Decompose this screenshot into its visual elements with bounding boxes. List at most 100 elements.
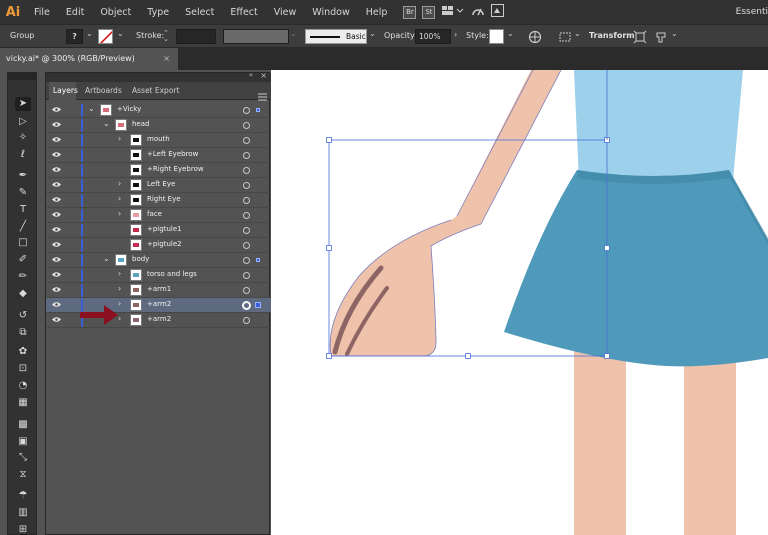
layer-name[interactable]: +Vicky: [117, 105, 141, 113]
warp-tool-icon[interactable]: ✿: [15, 345, 31, 359]
menu-help[interactable]: Help: [358, 7, 396, 18]
menu-window[interactable]: Window: [304, 7, 357, 18]
arrange-documents-icon[interactable]: [441, 5, 465, 20]
artboard-tool-icon[interactable]: ⊞: [15, 523, 31, 535]
layer-name[interactable]: +Right Eyebrow: [147, 165, 204, 173]
panel-scrollbar[interactable]: [263, 103, 269, 528]
collapse-chevron-icon[interactable]: ⌄: [103, 119, 110, 128]
layer-row[interactable]: +pigtule1: [46, 223, 271, 238]
opacity-field[interactable]: 100%: [415, 29, 451, 44]
visibility-eye-icon[interactable]: [52, 256, 61, 263]
shape-builder-tool-icon[interactable]: ◔: [15, 379, 31, 393]
gpu-performance-icon[interactable]: [471, 5, 485, 20]
perspective-grid-tool-icon[interactable]: ▦: [15, 396, 31, 410]
layer-row[interactable]: › face: [46, 208, 271, 223]
tab-artboards[interactable]: Artboards: [85, 82, 122, 100]
brush-definition-field[interactable]: Basic: [305, 29, 367, 44]
pen-tool-icon[interactable]: ✒: [15, 169, 31, 183]
expand-chevron-icon[interactable]: ›: [118, 134, 121, 143]
layer-row[interactable]: ⌄ +Vicky: [46, 103, 271, 118]
opacity-arrow-icon[interactable]: ›: [454, 30, 457, 39]
rotate-tool-icon[interactable]: ↺: [15, 309, 31, 323]
profile-chevron-icon[interactable]: ⌄: [290, 29, 297, 38]
layer-name[interactable]: head: [132, 120, 149, 128]
layer-row[interactable]: › Left Eye: [46, 178, 271, 193]
symbol-sprayer-tool-icon[interactable]: ☂: [15, 489, 31, 503]
target-circle-icon[interactable]: [243, 242, 250, 249]
visibility-eye-icon[interactable]: [52, 136, 61, 143]
target-circle-icon[interactable]: [243, 212, 250, 219]
selection-indicator[interactable]: [256, 258, 260, 262]
free-transform-tool-icon[interactable]: ⊡: [15, 362, 31, 376]
curvature-tool-icon[interactable]: ✎: [15, 186, 31, 200]
target-circle-icon[interactable]: [243, 182, 250, 189]
variable-width-profile[interactable]: [223, 29, 289, 44]
selection-indicator[interactable]: [256, 108, 260, 112]
target-circle-icon[interactable]: [243, 272, 250, 279]
expand-chevron-icon[interactable]: ›: [118, 284, 121, 293]
collapse-chevron-icon[interactable]: ⌄: [103, 254, 110, 263]
layer-name[interactable]: +pigtule1: [147, 225, 182, 233]
layer-name[interactable]: +Left Eyebrow: [147, 150, 198, 158]
tools-panel-header[interactable]: [8, 73, 36, 80]
visibility-eye-icon[interactable]: [52, 211, 61, 218]
layer-row[interactable]: › torso and legs: [46, 268, 271, 283]
brush-chevron-icon[interactable]: ⌄: [369, 29, 376, 38]
visibility-eye-icon[interactable]: [52, 106, 61, 113]
target-circle-icon[interactable]: [243, 122, 250, 129]
visibility-eye-icon[interactable]: [52, 166, 61, 173]
artboard[interactable]: [271, 70, 768, 535]
target-circle-icon[interactable]: [243, 137, 250, 144]
target-circle-icon[interactable]: [243, 152, 250, 159]
layer-row[interactable]: +pigtule2: [46, 238, 271, 253]
stroke-weight-field[interactable]: [176, 29, 216, 44]
layer-name[interactable]: Left Eye: [147, 180, 175, 188]
tab-asset-export[interactable]: Asset Export: [132, 82, 179, 100]
stock-icon[interactable]: St: [422, 5, 436, 19]
mesh-tool-icon[interactable]: ▩: [15, 418, 31, 432]
visibility-eye-icon[interactable]: [52, 316, 61, 323]
bridge-icon[interactable]: Br: [403, 5, 417, 19]
menu-effect[interactable]: Effect: [222, 7, 265, 18]
paintbrush-tool-icon[interactable]: ✐: [15, 253, 31, 267]
layer-name[interactable]: torso and legs: [147, 270, 197, 278]
layer-name[interactable]: +arm2: [147, 300, 171, 308]
magic-wand-tool-icon[interactable]: ✧: [15, 131, 31, 145]
visibility-eye-icon[interactable]: [52, 151, 61, 158]
lasso-tool-icon[interactable]: ℓ: [15, 148, 31, 162]
eraser-tool-icon[interactable]: ◆: [15, 287, 31, 301]
layer-row[interactable]: ⌄ body: [46, 253, 271, 268]
eyedropper-tool-icon[interactable]: ⤡: [15, 451, 31, 465]
visibility-eye-icon[interactable]: [52, 181, 61, 188]
menu-type[interactable]: Type: [139, 7, 177, 18]
type-tool-icon[interactable]: T: [15, 203, 31, 217]
line-segment-tool-icon[interactable]: ╱: [15, 220, 31, 234]
collapse-chevron-icon[interactable]: ⌄: [88, 104, 95, 113]
visibility-eye-icon[interactable]: [52, 241, 61, 248]
layer-name[interactable]: mouth: [147, 135, 170, 143]
visibility-eye-icon[interactable]: [52, 196, 61, 203]
target-circle-icon[interactable]: [243, 167, 250, 174]
target-circle-icon[interactable]: [243, 227, 250, 234]
stroke-weight-stepper-icon[interactable]: ⌃ ⌄: [163, 30, 169, 43]
close-tab-icon[interactable]: ×: [163, 48, 170, 70]
recolor-artwork-icon[interactable]: [528, 30, 542, 46]
layer-row[interactable]: +Right Eyebrow: [46, 163, 271, 178]
expand-chevron-icon[interactable]: ›: [118, 179, 121, 188]
layer-row[interactable]: +Left Eyebrow: [46, 148, 271, 163]
layer-name[interactable]: +arm2: [147, 315, 171, 323]
visibility-eye-icon[interactable]: [52, 226, 61, 233]
gradient-tool-icon[interactable]: ▣: [15, 435, 31, 449]
visibility-eye-icon[interactable]: [52, 301, 61, 308]
menu-view[interactable]: View: [266, 7, 305, 18]
workspace-switcher[interactable]: Essenti: [730, 0, 768, 24]
layer-row[interactable]: › Right Eye: [46, 193, 271, 208]
layer-row[interactable]: › +arm1: [46, 283, 271, 298]
visibility-eye-icon[interactable]: [52, 286, 61, 293]
collapse-panel-icon[interactable]: «: [249, 71, 253, 79]
expand-chevron-icon[interactable]: ›: [118, 209, 121, 218]
layer-name[interactable]: face: [147, 210, 162, 218]
transform-link[interactable]: Transform: [589, 31, 635, 40]
visibility-eye-icon[interactable]: [52, 121, 61, 128]
fill-chevron-icon[interactable]: ⌄: [86, 29, 93, 38]
